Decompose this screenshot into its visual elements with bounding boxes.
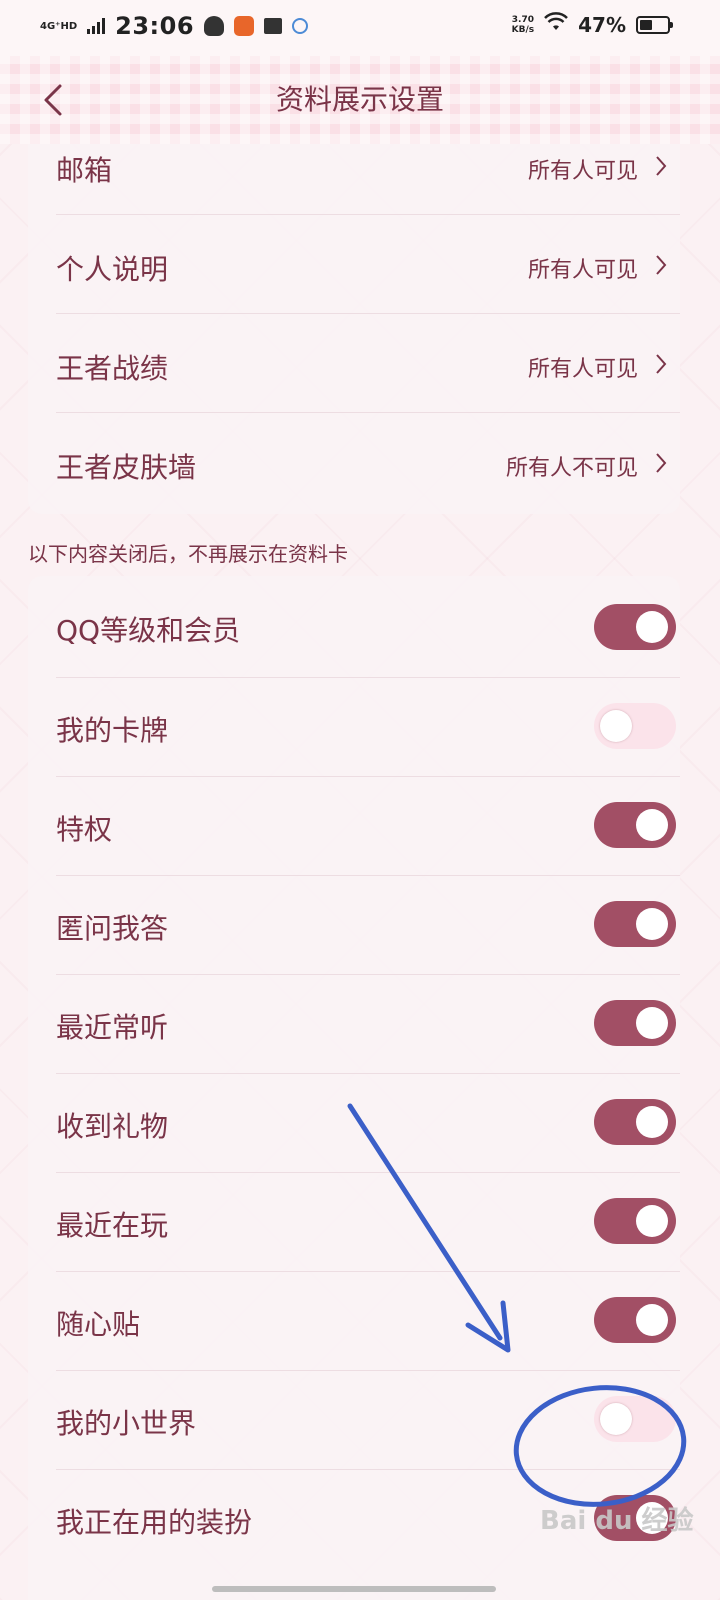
wifi-icon — [544, 12, 569, 37]
status-time: 23:06 — [115, 12, 195, 40]
toggle-knob — [636, 809, 668, 841]
toggle-switch[interactable] — [594, 1000, 676, 1046]
row-value: 所有人不可见 — [505, 456, 638, 481]
notification-app-icon — [234, 16, 255, 36]
chevron-right-icon — [656, 354, 667, 374]
visibility-row-bio[interactable]: 个人说明 所有人可见 — [56, 214, 680, 314]
home-indicator[interactable] — [212, 1586, 496, 1592]
chevron-right-icon — [656, 156, 667, 176]
toggle-knob — [636, 1304, 668, 1336]
row-label: 匿问我答 — [56, 912, 169, 945]
row-value: 所有人可见 — [527, 159, 638, 184]
toggle-row-privileges: 特权 — [56, 776, 680, 876]
row-label: 最近在玩 — [56, 1209, 169, 1242]
cloud-app-icon — [292, 18, 309, 34]
toggle-row-recent-games: 最近在玩 — [56, 1172, 680, 1272]
toggle-row-my-world: 我的小世界 — [56, 1370, 680, 1470]
row-label: 邮箱 — [56, 154, 113, 187]
chevron-right-icon — [656, 255, 667, 275]
row-label: 随心贴 — [56, 1308, 141, 1341]
row-label: 我的小世界 — [56, 1407, 197, 1440]
visibility-row-game-record[interactable]: 王者战绩 所有人可见 — [56, 313, 680, 413]
toggle-row-recent-music: 最近常听 — [56, 974, 680, 1074]
toggle-switch[interactable] — [594, 802, 676, 848]
nav-bar: 资料展示设置 — [0, 56, 720, 144]
toggle-switch[interactable] — [594, 901, 676, 947]
net-speed: 3.70 KB/s — [512, 15, 534, 35]
row-label: 王者战绩 — [56, 352, 169, 385]
book-app-icon — [264, 18, 283, 34]
row-label: 最近常听 — [56, 1011, 169, 1044]
toggle-knob — [636, 611, 668, 643]
row-label: 我正在用的装扮 — [56, 1506, 253, 1539]
watermark: Bai du 经验 — [540, 1506, 694, 1536]
page-title: 资料展示设置 — [275, 83, 444, 116]
row-label: 收到礼物 — [56, 1110, 169, 1143]
toggle-switch[interactable] — [594, 604, 676, 650]
toggle-row-qq-level: QQ等级和会员 — [56, 576, 680, 678]
row-value: 所有人可见 — [527, 357, 638, 382]
toggle-knob — [600, 1403, 632, 1435]
toggle-knob — [636, 1007, 668, 1039]
profile-card-toggles: QQ等级和会员 我的卡牌 特权 匿问我答 最近常听 收到礼物 最近在玩 随心贴 … — [28, 576, 680, 1600]
toggle-row-stickers: 随心贴 — [56, 1271, 680, 1371]
toggle-knob — [636, 908, 668, 940]
row-label: QQ等级和会员 — [56, 614, 241, 647]
network-type: 4G⁺HD — [40, 20, 78, 32]
toggle-knob — [636, 1106, 668, 1138]
row-label: 我的卡牌 — [56, 714, 169, 747]
toggle-switch[interactable] — [594, 1099, 676, 1145]
row-label: 特权 — [56, 813, 113, 846]
toggle-row-my-cards: 我的卡牌 — [56, 677, 680, 777]
visibility-row-skin-wall[interactable]: 王者皮肤墙 所有人不可见 — [56, 412, 680, 514]
net-speed-unit: KB/s — [511, 24, 535, 35]
section-label: 以下内容关闭后，不再展示在资料卡 — [28, 542, 348, 566]
toggle-knob — [636, 1205, 668, 1237]
visibility-settings-card: 邮箱 所有人可见 个人说明 所有人可见 王者战绩 所有人可见 王者皮肤墙 所有人… — [28, 144, 680, 514]
visibility-row-email[interactable]: 邮箱 所有人可见 — [56, 144, 680, 215]
toggle-row-gifts: 收到礼物 — [56, 1073, 680, 1173]
status-bar: 4G⁺HD 23:06 3.70 KB/s 47% — [0, 0, 720, 56]
row-label: 王者皮肤墙 — [56, 451, 197, 484]
toggle-switch[interactable] — [594, 1297, 676, 1343]
toggle-row-anonymous-qa: 匿问我答 — [56, 875, 680, 975]
battery-icon — [636, 15, 673, 34]
row-value: 所有人可见 — [527, 258, 638, 283]
toggle-switch[interactable] — [594, 703, 676, 749]
row-label: 个人说明 — [56, 253, 169, 286]
toggle-switch[interactable] — [594, 1198, 676, 1244]
chevron-right-icon — [656, 453, 667, 473]
toggle-switch[interactable] — [594, 1396, 676, 1442]
qq-app-icon — [204, 16, 225, 36]
net-speed-value: 3.70 — [511, 14, 534, 25]
battery-percent: 47% — [578, 12, 626, 37]
signal-icon — [87, 18, 106, 34]
toggle-knob — [600, 710, 632, 742]
